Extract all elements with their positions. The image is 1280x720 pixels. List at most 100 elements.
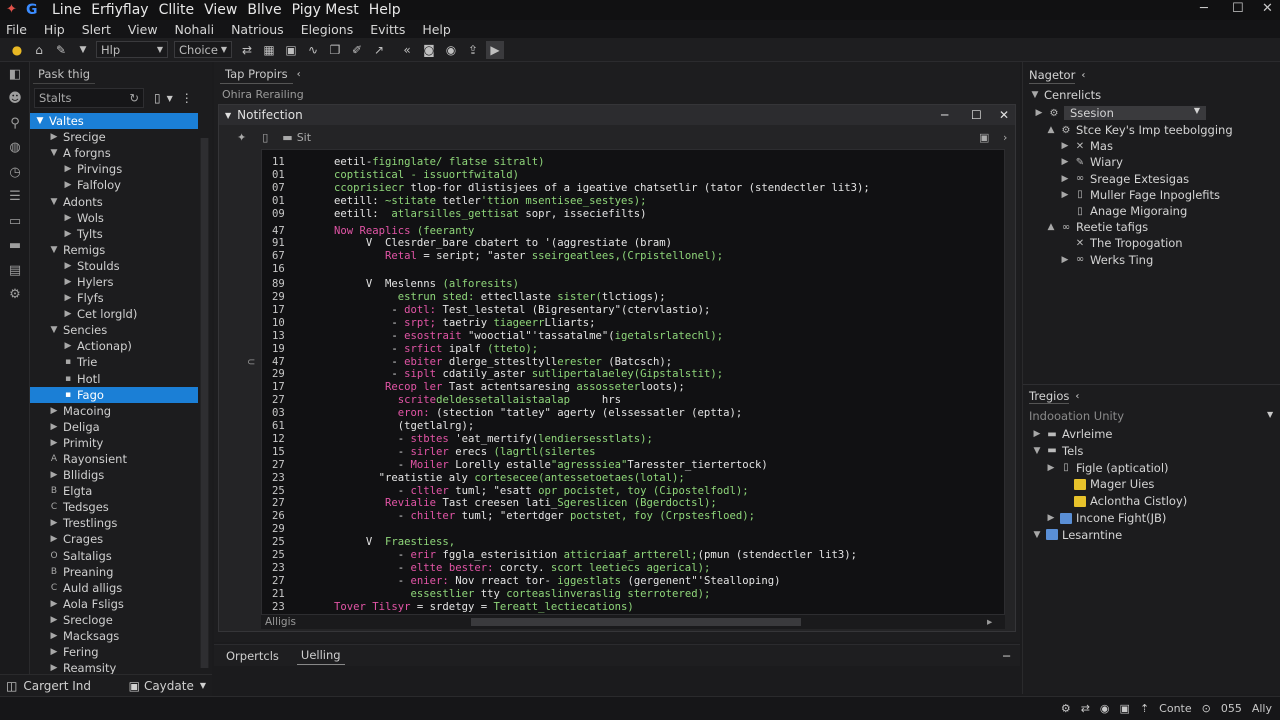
pin-icon[interactable]: ✦: [237, 131, 246, 144]
settings-icon[interactable]: ⚙: [0, 283, 30, 308]
tree-item[interactable]: O Saltaligs: [30, 548, 198, 564]
twisty-icon[interactable]: ▶: [62, 341, 74, 351]
code-line[interactable]: Now Reaplics (feeranty: [334, 225, 474, 237]
close-icon[interactable]: ‹: [1075, 391, 1079, 402]
info-icon[interactable]: ◉: [442, 41, 460, 59]
tree-item[interactable]: ▼ Valtes: [30, 113, 198, 130]
chevron-down-icon[interactable]: ▼: [225, 111, 231, 120]
message-icon[interactable]: ▭: [0, 209, 30, 234]
navigator-item[interactable]: ▶ ✎ Wiary: [1059, 154, 1123, 170]
twisty-icon[interactable]: ▶: [62, 277, 74, 287]
twisty-icon[interactable]: ▶: [1059, 174, 1071, 184]
horizontal-scrollbar[interactable]: Alligis ▸: [261, 615, 1005, 629]
share-icon[interactable]: ⇄: [1081, 702, 1090, 715]
menu-item[interactable]: Help: [422, 22, 451, 37]
tree-item[interactable]: ▶ Falfoloy: [30, 177, 198, 193]
tree-item[interactable]: ▶ Srecloge: [30, 612, 198, 628]
code-line[interactable]: - enier: Nov rreact tor- iggestlats (ger…: [334, 575, 781, 587]
close-icon[interactable]: ‹: [297, 69, 301, 80]
tree-item[interactable]: ▶ Flyfs: [30, 290, 198, 306]
twisty-icon[interactable]: ▶: [48, 631, 60, 641]
code-line[interactable]: ccoprisiecr tlop-for dlistisjees of a ig…: [334, 182, 870, 194]
twisty-icon[interactable]: ▶: [48, 438, 60, 448]
grid-icon[interactable]: ◫: [6, 679, 17, 693]
clock-icon[interactable]: ◷: [0, 160, 30, 185]
twisty-icon[interactable]: ▶: [1059, 157, 1071, 167]
title-menu-item[interactable]: Line: [52, 2, 81, 18]
terminal-icon[interactable]: ▣: [1120, 702, 1130, 715]
navigator-item[interactable]: Aclontha Cistloy): [1059, 493, 1187, 509]
hscroll-thumb[interactable]: [471, 618, 801, 626]
toolbar-field-1[interactable]: Hlp ▼: [96, 41, 168, 58]
navigator-item[interactable]: ▶ ▯ Muller Fage Inpoglefits: [1059, 187, 1221, 203]
fold-handle-icon[interactable]: ⊂: [247, 357, 255, 368]
menu-item[interactable]: Natrious: [231, 22, 284, 37]
status-item-1[interactable]: Conte: [1159, 702, 1191, 715]
code-line[interactable]: (tgetlalrg);: [334, 420, 475, 432]
upload-icon[interactable]: ⇪: [464, 41, 482, 59]
twisty-icon[interactable]: ▶: [62, 293, 74, 303]
scroll-thumb[interactable]: [201, 138, 208, 668]
twisty-icon[interactable]: ▶: [62, 164, 74, 174]
twisty-icon[interactable]: ▶: [48, 615, 60, 625]
layout-icon[interactable]: ▣: [979, 131, 989, 144]
chevron-down-icon[interactable]: ▼: [74, 41, 92, 59]
twisty-icon[interactable]: ▶: [62, 213, 74, 223]
tree-item[interactable]: ▶ Hylers: [30, 274, 198, 290]
back-icon[interactable]: «: [398, 41, 416, 59]
tree-item[interactable]: C Auld alligs: [30, 580, 198, 596]
doc-icon[interactable]: ▯: [262, 131, 268, 144]
tree-item[interactable]: ▶ Pirvings: [30, 161, 198, 177]
branch-icon[interactable]: ⇡: [1140, 702, 1149, 715]
tree-item[interactable]: ▶ Crages: [30, 531, 198, 547]
code-line[interactable]: Revialie Tast creesen lati_Sgereslicen (…: [334, 497, 717, 509]
folder-icon[interactable]: ▬: [282, 131, 292, 144]
twisty-icon[interactable]: ▶: [62, 180, 74, 190]
twisty-icon[interactable]: ▼: [48, 148, 60, 158]
code-line[interactable]: Recop ler Tast actentsaresing assosseter…: [334, 381, 685, 393]
arrow-icon[interactable]: ↗: [370, 41, 388, 59]
tree-item[interactable]: ▶ Srecige: [30, 129, 198, 145]
circle-icon[interactable]: ●: [8, 41, 26, 59]
tree-item[interactable]: ▶ Wols: [30, 210, 198, 226]
tree-item[interactable]: ▶ Deliga: [30, 419, 198, 435]
title-menu-item[interactable]: Bllve: [247, 2, 281, 18]
tree-item[interactable]: ▪ Fago: [30, 386, 198, 403]
sync-icon[interactable]: ⊙: [1202, 702, 1211, 715]
code-line[interactable]: - eltte bester: corcty. scort leetiecs a…: [334, 562, 711, 574]
twisty-icon[interactable]: C: [48, 502, 60, 512]
tab-output[interactable]: Orpertcls: [222, 647, 283, 665]
grid-icon[interactable]: ▦: [260, 41, 278, 59]
maximize-icon[interactable]: ☐: [971, 108, 982, 122]
navigator-item[interactable]: ▶ ✕ Mas: [1059, 138, 1113, 154]
twisty-icon[interactable]: ▲: [1045, 222, 1057, 232]
twisty-icon[interactable]: C: [48, 583, 60, 593]
tree-item[interactable]: ▶ Trestlings: [30, 515, 198, 531]
tree-item[interactable]: ▪ Trie: [30, 354, 198, 370]
pencil-icon[interactable]: ✎: [52, 41, 70, 59]
twisty-icon[interactable]: ▶: [62, 261, 74, 271]
code-line[interactable]: essestlier tty corteaslinveraslig sterro…: [334, 588, 711, 600]
table-icon[interactable]: ▤: [0, 258, 30, 283]
menu-item[interactable]: View: [128, 22, 158, 37]
chevron-down-icon[interactable]: ▼: [200, 681, 206, 690]
code-line[interactable]: V Clesrder_bare cbatert to '(aggrestiate…: [334, 237, 672, 249]
tree-item[interactable]: C Tedsges: [30, 499, 198, 515]
code-line[interactable]: Tover Tilsyr = srdetgy = Tereatt_lectiec…: [334, 601, 634, 613]
code-line[interactable]: "reatistie aly cortesecee(antessetoetaes…: [334, 472, 685, 484]
menu-item[interactable]: Elegions: [301, 22, 354, 37]
navigator-item[interactable]: ▯ Anage Migoraing: [1059, 203, 1187, 219]
twisty-icon[interactable]: ▶: [48, 422, 60, 432]
section-conflicts[interactable]: ▼ Cenrelicts: [1029, 87, 1102, 103]
explorer-icon[interactable]: ◧: [0, 62, 30, 87]
bell-icon[interactable]: ◉: [1100, 702, 1110, 715]
explorer-scrollbar[interactable]: [200, 138, 209, 668]
search-icon[interactable]: ⚲: [0, 111, 30, 136]
tree-item[interactable]: ▶ Cet lorgld): [30, 306, 198, 322]
code-line[interactable]: - cltler tuml; "esatt opr pocistet, toy …: [334, 485, 749, 497]
twisty-icon[interactable]: ▶: [1059, 190, 1071, 200]
twisty-icon[interactable]: ▼: [1031, 530, 1043, 540]
twisty-icon[interactable]: ▶: [48, 599, 60, 609]
twisty-icon[interactable]: ▼: [48, 197, 60, 207]
navigator-item[interactable]: ▶ ▯ Figle (apticatiol): [1045, 460, 1169, 476]
